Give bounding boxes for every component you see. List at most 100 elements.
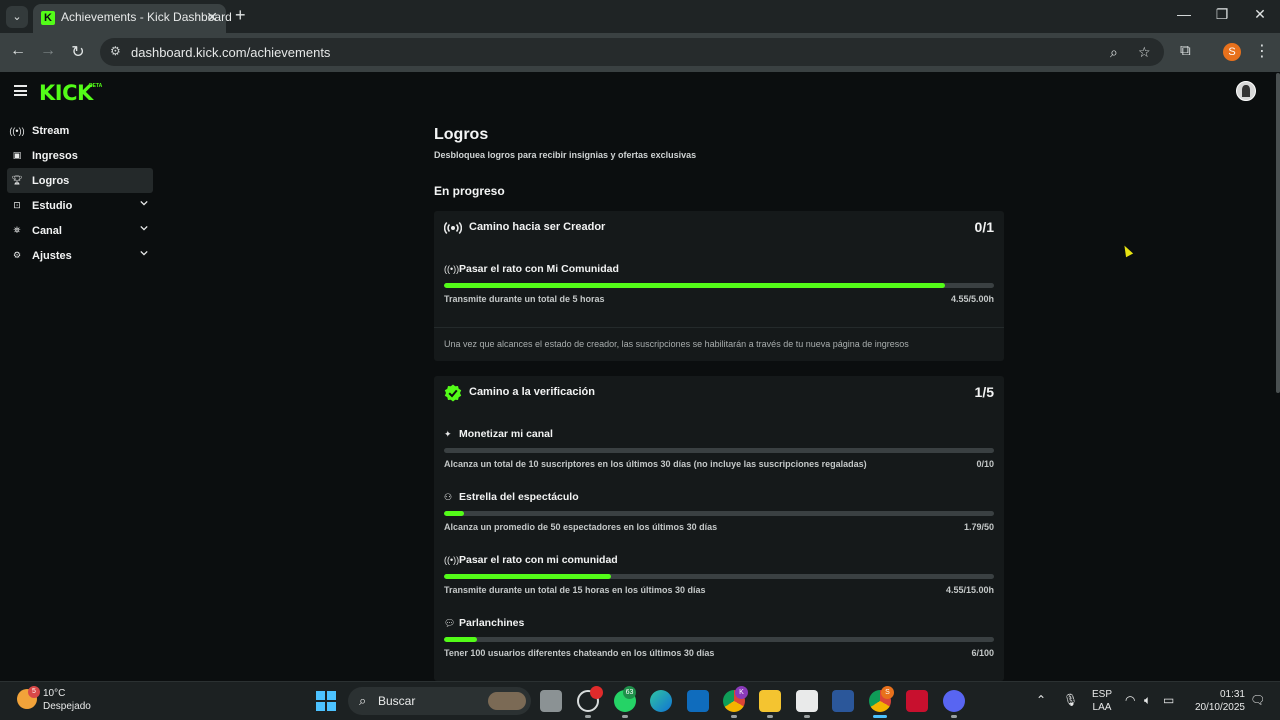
chat-icon: 💬︎ — [444, 618, 456, 628]
progress-fill — [444, 283, 945, 288]
sidebar-item-label: Logros — [32, 174, 70, 187]
sidebar-item-stream[interactable]: ((•)) Stream — [7, 118, 153, 143]
browser-toolbar: ← → ↻ ⚙ dashboard.kick.com/achievements … — [0, 33, 1280, 72]
task-view-icon[interactable] — [540, 690, 562, 712]
sidebar-item-label: Ajustes — [32, 249, 72, 262]
task-progress-text: 0/10 — [976, 459, 994, 469]
edge-icon[interactable] — [650, 690, 672, 712]
card-header: Camino hacia ser Creador 0/1 — [444, 219, 994, 237]
clock-time: 01:31 — [1219, 689, 1245, 700]
forward-icon[interactable]: → — [38, 42, 58, 60]
page-title: Logros — [434, 126, 489, 143]
language-indicator[interactable]: ESP LAA — [1092, 688, 1112, 714]
task-title: Pasar el rato con Mi Comunidad — [459, 263, 619, 275]
sidebar-item-estudio[interactable]: ⊡ Estudio — [7, 193, 153, 218]
microphone-icon[interactable]: 🎙︎ — [1063, 693, 1078, 707]
sidebar-item-logros[interactable]: 🏆︎ Logros — [7, 168, 153, 193]
page-scrollbar[interactable] — [1276, 73, 1280, 393]
weather-badge: 5 — [28, 686, 40, 698]
temperature[interactable]: 10°C — [43, 688, 65, 699]
extensions-icon[interactable]: ⧉ — [1180, 42, 1191, 59]
progress-bar — [444, 511, 994, 516]
sidebar: ((•)) Stream ▣ Ingresos 🏆︎ Logros ⊡ Estu… — [7, 118, 153, 268]
acrobat-icon[interactable] — [906, 690, 928, 712]
broadcast-icon — [444, 221, 462, 235]
whatsapp-badge: 63 — [623, 686, 636, 699]
chevron-down-icon[interactable] — [140, 199, 148, 207]
chevron-down-icon[interactable] — [140, 224, 148, 232]
task-progress-text: 6/100 — [971, 648, 994, 658]
task-title: Estrella del espectáculo — [459, 491, 579, 503]
weather-condition[interactable]: Despejado — [43, 701, 91, 712]
back-icon[interactable]: ← — [8, 42, 28, 60]
user-avatar[interactable] — [1236, 81, 1256, 101]
card-count: 0/1 — [974, 219, 994, 235]
url-text[interactable]: dashboard.kick.com/achievements — [131, 45, 330, 60]
sidebar-item-label: Stream — [32, 124, 70, 137]
sidebar-item-ingresos[interactable]: ▣ Ingresos — [7, 143, 153, 168]
taskbar-search[interactable]: ⌕ Buscar — [348, 687, 531, 715]
chevron-down-icon[interactable] — [140, 249, 148, 257]
kick-logo[interactable]: KICK — [39, 81, 93, 105]
new-tab-icon[interactable]: + — [235, 5, 246, 26]
system-clock[interactable]: 01:31 20/10/2025 — [1188, 688, 1245, 714]
achievement-card-creador: Camino hacia ser Creador 0/1 ((•)) Pasar… — [434, 211, 1004, 361]
task-title: Monetizar mi canal — [459, 428, 553, 440]
browser-tab[interactable]: K Achievements - Kick Dashboard ✕ — [33, 4, 232, 33]
windows-start-icon[interactable] — [316, 691, 336, 711]
notifications-icon[interactable]: 🗨︎ — [1250, 693, 1265, 707]
zoom-icon[interactable]: ⌕ — [1110, 44, 1118, 61]
file-explorer-icon[interactable] — [759, 690, 781, 712]
app-indicator — [951, 715, 957, 718]
card-title: Camino a la verificación — [469, 386, 595, 398]
bookmark-star-icon[interactable]: ☆ — [1138, 44, 1151, 61]
progress-fill — [444, 637, 477, 642]
task-description: Alcanza un promedio de 50 espectadores e… — [444, 522, 718, 532]
sidebar-item-ajustes[interactable]: ⚙ Ajustes — [7, 243, 153, 268]
outlook-icon[interactable] — [687, 690, 709, 712]
progress-bar — [444, 637, 994, 642]
volume-icon[interactable]: 🔈︎ — [1144, 693, 1151, 708]
restore-icon[interactable]: ❐ — [1212, 6, 1232, 23]
address-bar[interactable]: ⚙ dashboard.kick.com/achievements ⌕ ☆ — [100, 38, 1164, 66]
clock-date: 20/10/2025 — [1194, 702, 1245, 713]
app-indicator — [804, 715, 810, 718]
progress-bar — [444, 283, 994, 288]
wifi-icon[interactable]: ◠ — [1125, 693, 1135, 707]
reload-icon[interactable]: ↻ — [68, 42, 88, 62]
wallet-icon: ▣ — [12, 150, 22, 160]
app-header: KICK BETA — [0, 73, 1280, 113]
card-title: Camino hacia ser Creador — [469, 221, 606, 233]
task-description: Alcanza un total de 10 suscriptores en l… — [444, 459, 867, 469]
card-note: Una vez que alcances el estado de creado… — [444, 339, 909, 349]
profile-avatar[interactable]: S — [1223, 43, 1241, 61]
task-title: Pasar el rato con mi comunidad — [459, 554, 618, 566]
hamburger-menu-icon[interactable] — [14, 85, 27, 96]
search-icon: ⌕ — [359, 693, 367, 708]
task-progress-text: 4.55/5.00h — [950, 294, 994, 304]
app-indicator — [585, 715, 591, 718]
word-icon[interactable] — [832, 690, 854, 712]
sidebar-item-canal[interactable]: ⛯ Canal — [7, 218, 153, 243]
close-window-icon[interactable]: ✕ — [1250, 6, 1270, 23]
app-indicator — [622, 715, 628, 718]
task-title: Parlanchines — [459, 617, 525, 629]
snipping-tool-icon[interactable] — [796, 690, 818, 712]
show-hidden-icons-icon[interactable]: ⌃ — [1036, 693, 1046, 707]
battery-icon[interactable]: ▭ — [1163, 693, 1174, 707]
task-description: Tener 100 usuarios diferentes chateando … — [444, 648, 715, 658]
app-indicator — [731, 715, 737, 718]
app-indicator — [873, 715, 887, 718]
task-progress-text: 4.55/15.00h — [945, 585, 994, 595]
tab-close-icon[interactable]: ✕ — [206, 9, 218, 26]
chrome-profile-badge: S — [881, 686, 894, 699]
page-subtitle: Desbloquea logros para recibir insignias… — [434, 150, 697, 160]
discord-icon[interactable] — [943, 690, 965, 712]
minimize-icon[interactable]: — — [1174, 6, 1194, 22]
browser-menu-icon[interactable]: ⋮ — [1254, 41, 1270, 61]
site-settings-icon[interactable]: ⚙ — [110, 44, 121, 58]
tab-search-dropdown[interactable]: ⌄ — [6, 6, 28, 28]
beta-badge: BETA — [89, 83, 103, 89]
progress-fill — [444, 574, 611, 579]
trophy-icon: 🏆︎ — [11, 175, 23, 185]
